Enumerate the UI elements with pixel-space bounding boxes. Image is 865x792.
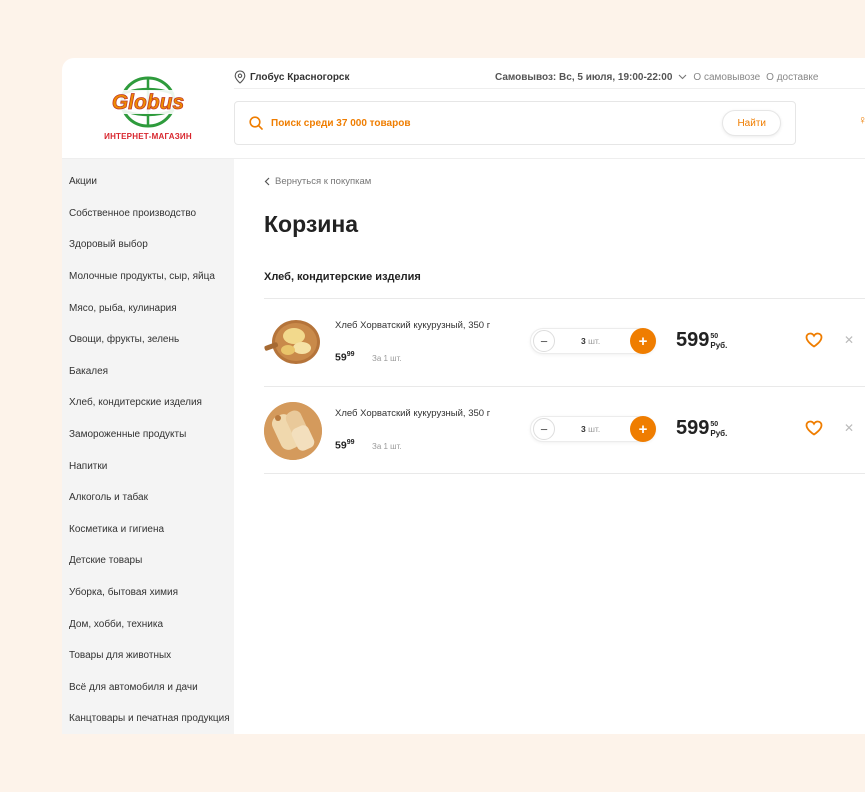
qty-unit: шт. — [588, 424, 601, 434]
total-cents: 50 — [710, 333, 719, 340]
pickup-select[interactable]: Самовывоз: Вс, 5 июля, 19:00-22:00 — [495, 72, 672, 83]
chevron-down-icon[interactable] — [678, 74, 687, 80]
cart-item: Хлеб Хорватский кукурузный, 350 г 5999 З… — [264, 299, 865, 386]
sidebar-item[interactable]: Здоровый выбор — [62, 229, 234, 261]
sidebar-item[interactable]: Собственное производство — [62, 198, 234, 230]
qty-number: 3 — [581, 424, 586, 434]
line-total: 599 50 Руб. — [676, 329, 727, 351]
decrease-button[interactable]: − — [533, 330, 555, 352]
total-fraction: 50 Руб. — [710, 332, 727, 350]
price-per-unit: За 1 шт. — [372, 354, 402, 363]
app-window: Globus ИНТЕРНЕТ-МАГАЗИН Глобус Красногор… — [62, 58, 865, 734]
sidebar-item[interactable]: Овощи, фрукты, зелень — [62, 324, 234, 356]
sidebar-item[interactable]: Товары для животных — [62, 640, 234, 672]
sidebar: Акции Собственное производство Здоровый … — [62, 159, 234, 734]
price-cents: 99 — [346, 351, 355, 358]
sidebar-item[interactable]: Замороженные продукты — [62, 419, 234, 451]
bread-board-image — [264, 402, 322, 460]
bread-board-image — [264, 314, 322, 372]
section-title: Хлеб, кондитерские изделия — [264, 271, 421, 283]
currency: Руб. — [710, 341, 728, 350]
sidebar-item[interactable]: Бакалея — [62, 356, 234, 388]
globus-logo-icon: Globus — [109, 76, 187, 127]
quantity-stepper: − 3 шт. + — [530, 328, 656, 354]
sidebar-item[interactable]: Мясо, рыба, кулинария — [62, 292, 234, 324]
sidebar-item[interactable]: Дом, хобби, техника — [62, 608, 234, 640]
heart-icon[interactable] — [805, 420, 823, 436]
delivery-info-link[interactable]: О доставке — [766, 72, 818, 83]
cart-item: Хлеб Хорватский кукурузный, 350 г 5999 З… — [264, 387, 865, 474]
cart-main: Вернуться к покупкам Корзина Хлеб, конди… — [234, 159, 865, 734]
price-per-unit: За 1 шт. — [372, 442, 402, 451]
decrease-button[interactable]: − — [533, 418, 555, 440]
pickup-info-link[interactable]: О самовывозе — [693, 72, 760, 83]
chevron-left-icon — [264, 177, 270, 186]
product-image[interactable] — [264, 314, 322, 372]
search-icon — [249, 116, 263, 130]
total-main: 599 — [676, 329, 710, 351]
qty-unit: шт. — [588, 336, 601, 346]
product-name[interactable]: Хлеб Хорватский кукурузный, 350 г — [335, 320, 490, 331]
location-pin-icon — [234, 70, 246, 84]
pickup-info: Самовывоз: Вс, 5 июля, 19:00-22:00 О сам… — [495, 72, 818, 83]
store-name: Глобус Красногорск — [250, 71, 350, 83]
line-total: 599 50 Руб. — [676, 417, 727, 439]
close-icon[interactable]: ✕ — [844, 421, 854, 435]
quantity-value[interactable]: 3 шт. — [581, 424, 600, 434]
qty-number: 3 — [581, 336, 586, 346]
total-fraction: 50 Руб. — [710, 420, 727, 438]
quantity-stepper: − 3 шт. + — [530, 416, 656, 442]
product-image[interactable] — [264, 402, 322, 460]
price-cents: 99 — [346, 439, 355, 446]
logo-subtitle: ИНТЕРНЕТ-МАГАЗИН — [104, 131, 192, 141]
page-title: Корзина — [264, 211, 359, 237]
price-main: 59 — [335, 351, 347, 364]
close-icon[interactable]: ✕ — [844, 333, 854, 347]
search-bar[interactable]: Поиск среди 37 000 товаров Найти — [234, 101, 796, 145]
price-main: 59 — [335, 439, 347, 452]
divider — [264, 473, 865, 474]
logo[interactable]: Globus ИНТЕРНЕТ-МАГАЗИН — [62, 58, 234, 158]
increase-button[interactable]: + — [630, 328, 656, 354]
back-label: Вернуться к покупкам — [275, 176, 372, 187]
product-name[interactable]: Хлеб Хорватский кукурузный, 350 г — [335, 408, 490, 419]
user-icon[interactable]: ♀ — [858, 113, 865, 127]
store-location[interactable]: Глобус Красногорск — [234, 70, 350, 84]
sidebar-item[interactable]: Напитки — [62, 450, 234, 482]
search-input[interactable]: Поиск среди 37 000 товаров — [271, 118, 722, 129]
search-button[interactable]: Найти — [722, 110, 781, 136]
sidebar-item[interactable]: Канцтовары и печатная продукция — [62, 703, 234, 734]
divider — [234, 88, 865, 89]
total-main: 599 — [676, 417, 710, 439]
sidebar-item[interactable]: Косметика и гигиена — [62, 514, 234, 546]
total-cents: 50 — [710, 421, 719, 428]
unit-price: 5999 — [335, 439, 354, 452]
currency: Руб. — [710, 429, 728, 438]
top-bar: Глобус Красногорск Самовывоз: Вс, 5 июля… — [234, 66, 865, 88]
sidebar-item[interactable]: Хлеб, кондитерские изделия — [62, 387, 234, 419]
svg-text:Globus: Globus — [112, 91, 184, 114]
back-link[interactable]: Вернуться к покупкам — [264, 176, 371, 187]
quantity-value[interactable]: 3 шт. — [581, 336, 600, 346]
sidebar-item[interactable]: Алкоголь и табак — [62, 482, 234, 514]
unit-price: 5999 — [335, 351, 354, 364]
sidebar-item[interactable]: Детские товары — [62, 545, 234, 577]
sidebar-item[interactable]: Всё для автомобиля и дачи — [62, 672, 234, 704]
sidebar-item[interactable]: Акции — [62, 166, 234, 198]
heart-icon[interactable] — [805, 332, 823, 348]
sidebar-item[interactable]: Уборка, бытовая химия — [62, 577, 234, 609]
sidebar-item[interactable]: Молочные продукты, сыр, яйца — [62, 261, 234, 293]
increase-button[interactable]: + — [630, 416, 656, 442]
